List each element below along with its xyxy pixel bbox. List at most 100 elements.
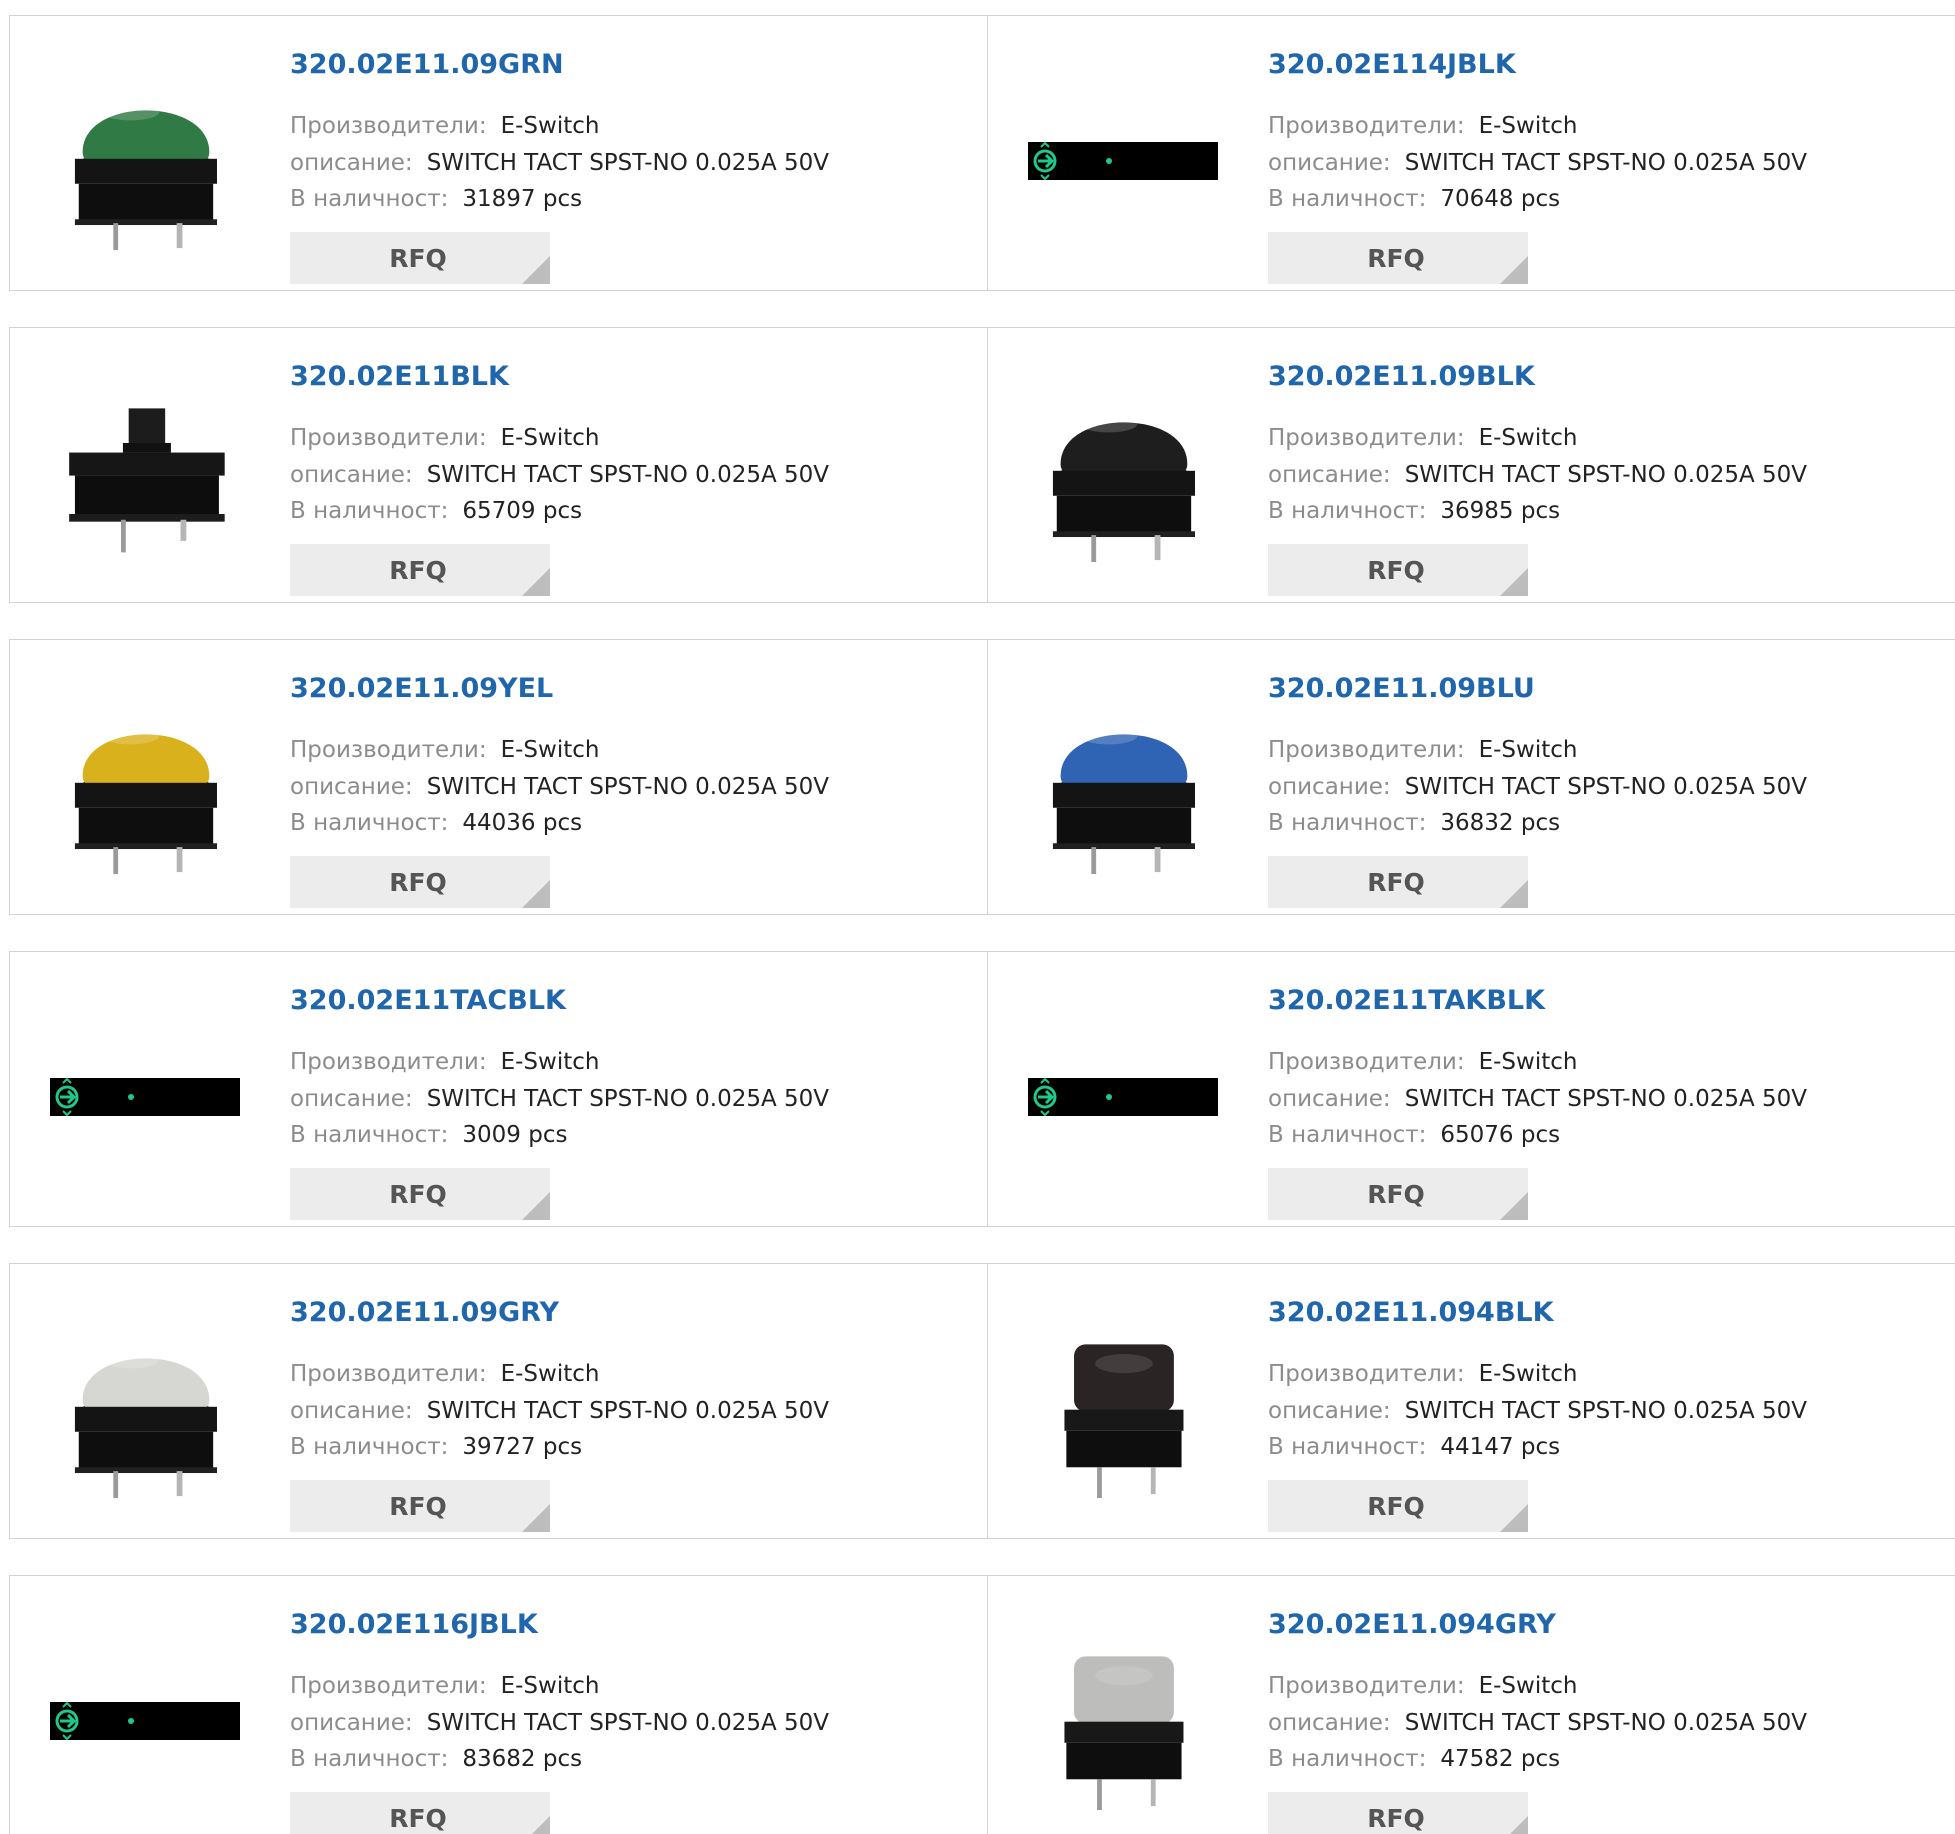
corner-triangle-icon bbox=[522, 1192, 550, 1220]
stock-label: В наличност: bbox=[1268, 810, 1427, 836]
rfq-button[interactable]: RFQ bbox=[290, 1792, 550, 1834]
description-value: SWITCH TACT SPST-NO 0.025A 50V bbox=[1404, 1398, 1808, 1424]
product-image[interactable] bbox=[50, 58, 240, 250]
product-part-link[interactable]: 320.02E11.094BLK bbox=[1268, 1297, 1554, 1328]
product-part-link[interactable]: 320.02E11.09BLU bbox=[1268, 673, 1535, 704]
description-line: описание: SWITCH TACT SPST-NO 0.025A 50V bbox=[290, 150, 829, 176]
rfq-label: RFQ bbox=[1367, 1179, 1425, 1209]
manufacturer-label: Производители: bbox=[290, 113, 487, 139]
manufacturer-line: Производители: E-Switch bbox=[290, 113, 599, 139]
product-image[interactable] bbox=[1028, 1618, 1218, 1810]
description-label: описание: bbox=[1268, 1710, 1391, 1736]
description-label: описание: bbox=[290, 774, 413, 800]
stock-value: 44147 pcs bbox=[1440, 1434, 1561, 1460]
product-card: 320.02E11TAKBLK Производители: E-Switch о… bbox=[988, 952, 1955, 1228]
stock-value: 65709 pcs bbox=[462, 498, 583, 524]
product-image[interactable] bbox=[1028, 994, 1228, 1186]
rfq-button[interactable]: RFQ bbox=[1268, 1480, 1528, 1532]
product-part-link[interactable]: 320.02E11TAKBLK bbox=[1268, 985, 1545, 1016]
corner-triangle-icon bbox=[1500, 1816, 1528, 1834]
rfq-button[interactable]: RFQ bbox=[290, 856, 550, 908]
corner-triangle-icon bbox=[1500, 1504, 1528, 1532]
stock-line: В наличност: 44147 pcs bbox=[1268, 1434, 1560, 1460]
product-part-link[interactable]: 320.02E11TACBLK bbox=[290, 985, 566, 1016]
stock-line: В наличност: 44036 pcs bbox=[290, 810, 582, 836]
product-card: 320.02E116JBLK Производители: E-Switch оп… bbox=[10, 1576, 987, 1834]
manufacturer-value: E-Switch bbox=[500, 425, 600, 451]
product-image[interactable] bbox=[50, 1618, 250, 1810]
stock-value: 70648 pcs bbox=[1440, 186, 1561, 212]
corner-triangle-icon bbox=[522, 880, 550, 908]
product-part-link[interactable]: 320.02E11.09BLK bbox=[1268, 361, 1535, 392]
product-part-link[interactable]: 320.02E11.09GRY bbox=[290, 1297, 559, 1328]
description-label: описание: bbox=[290, 462, 413, 488]
manufacturer-line: Производители: E-Switch bbox=[290, 1673, 599, 1699]
corner-triangle-icon bbox=[522, 256, 550, 284]
manufacturer-label: Производители: bbox=[290, 737, 487, 763]
product-card: 320.02E114JBLK Производители: E-Switch оп… bbox=[988, 16, 1955, 292]
stock-label: В наличност: bbox=[290, 498, 449, 524]
product-image[interactable] bbox=[1028, 370, 1218, 562]
corner-triangle-icon bbox=[1500, 880, 1528, 908]
description-line: описание: SWITCH TACT SPST-NO 0.025A 50V bbox=[290, 1086, 829, 1112]
description-value: SWITCH TACT SPST-NO 0.025A 50V bbox=[426, 1086, 830, 1112]
description-line: описание: SWITCH TACT SPST-NO 0.025A 50V bbox=[1268, 1398, 1807, 1424]
stock-label: В наличност: bbox=[1268, 186, 1427, 212]
product-image[interactable] bbox=[1028, 682, 1218, 874]
corner-triangle-icon bbox=[522, 568, 550, 596]
product-image[interactable] bbox=[50, 994, 250, 1186]
product-image[interactable] bbox=[1028, 58, 1228, 250]
product-card: 320.02E11.09GRY Производители: E-Switch о… bbox=[10, 1264, 987, 1540]
product-part-link[interactable]: 320.02E116JBLK bbox=[290, 1609, 538, 1640]
rfq-label: RFQ bbox=[389, 1491, 447, 1521]
manufacturer-label: Производители: bbox=[290, 425, 487, 451]
product-card: 320.02E11BLK Производители: E-Switch опис… bbox=[10, 328, 987, 604]
stock-line: В наличност: 65709 pcs bbox=[290, 498, 582, 524]
product-image[interactable] bbox=[50, 1306, 240, 1498]
stock-value: 83682 pcs bbox=[462, 1746, 583, 1772]
product-row: 320.02E11TACBLK Производители: E-Switch о… bbox=[9, 951, 1955, 1227]
stock-label: В наличност: bbox=[1268, 1122, 1427, 1148]
manufacturer-line: Производители: E-Switch bbox=[290, 737, 599, 763]
stock-label: В наличност: bbox=[290, 1122, 449, 1148]
rfq-button[interactable]: RFQ bbox=[290, 232, 550, 284]
product-part-link[interactable]: 320.02E11.09YEL bbox=[290, 673, 553, 704]
rfq-button[interactable]: RFQ bbox=[290, 544, 550, 596]
description-label: описание: bbox=[1268, 774, 1391, 800]
description-label: описание: bbox=[1268, 150, 1391, 176]
product-image[interactable] bbox=[50, 370, 240, 562]
rfq-label: RFQ bbox=[1367, 867, 1425, 897]
rfq-button[interactable]: RFQ bbox=[1268, 1792, 1528, 1834]
rfq-button[interactable]: RFQ bbox=[1268, 1168, 1528, 1220]
product-part-link[interactable]: 320.02E11.09GRN bbox=[290, 49, 564, 80]
manufacturer-value: E-Switch bbox=[1478, 737, 1578, 763]
product-image[interactable] bbox=[50, 682, 240, 874]
rfq-button[interactable]: RFQ bbox=[1268, 856, 1528, 908]
description-value: SWITCH TACT SPST-NO 0.025A 50V bbox=[426, 150, 830, 176]
description-value: SWITCH TACT SPST-NO 0.025A 50V bbox=[426, 1710, 830, 1736]
stock-label: В наличност: bbox=[290, 1746, 449, 1772]
rfq-button[interactable]: RFQ bbox=[1268, 544, 1528, 596]
stock-value: 44036 pcs bbox=[462, 810, 583, 836]
rfq-button[interactable]: RFQ bbox=[290, 1480, 550, 1532]
product-part-link[interactable]: 320.02E114JBLK bbox=[1268, 49, 1516, 80]
rfq-button[interactable]: RFQ bbox=[290, 1168, 550, 1220]
manufacturer-label: Производители: bbox=[1268, 1361, 1465, 1387]
product-image[interactable] bbox=[1028, 1306, 1218, 1498]
product-card: 320.02E11.09BLK Производители: E-Switch о… bbox=[988, 328, 1955, 604]
product-part-link[interactable]: 320.02E11.094GRY bbox=[1268, 1609, 1556, 1640]
product-part-link[interactable]: 320.02E11BLK bbox=[290, 361, 509, 392]
product-grid: 320.02E11.09GRN Производители: E-Switch о… bbox=[0, 0, 1955, 1834]
manufacturer-line: Производители: E-Switch bbox=[1268, 1673, 1577, 1699]
product-row: 320.02E11.09GRY Производители: E-Switch о… bbox=[9, 1263, 1955, 1539]
rfq-button[interactable]: RFQ bbox=[1268, 232, 1528, 284]
description-value: SWITCH TACT SPST-NO 0.025A 50V bbox=[426, 462, 830, 488]
description-line: описание: SWITCH TACT SPST-NO 0.025A 50V bbox=[1268, 774, 1807, 800]
description-value: SWITCH TACT SPST-NO 0.025A 50V bbox=[1404, 150, 1808, 176]
description-label: описание: bbox=[290, 1710, 413, 1736]
manufacturer-line: Производители: E-Switch bbox=[1268, 425, 1577, 451]
product-row: 320.02E11.09GRN Производители: E-Switch о… bbox=[9, 15, 1955, 291]
stock-value: 36832 pcs bbox=[1440, 810, 1561, 836]
description-label: описание: bbox=[290, 1086, 413, 1112]
stock-line: В наличност: 39727 pcs bbox=[290, 1434, 582, 1460]
